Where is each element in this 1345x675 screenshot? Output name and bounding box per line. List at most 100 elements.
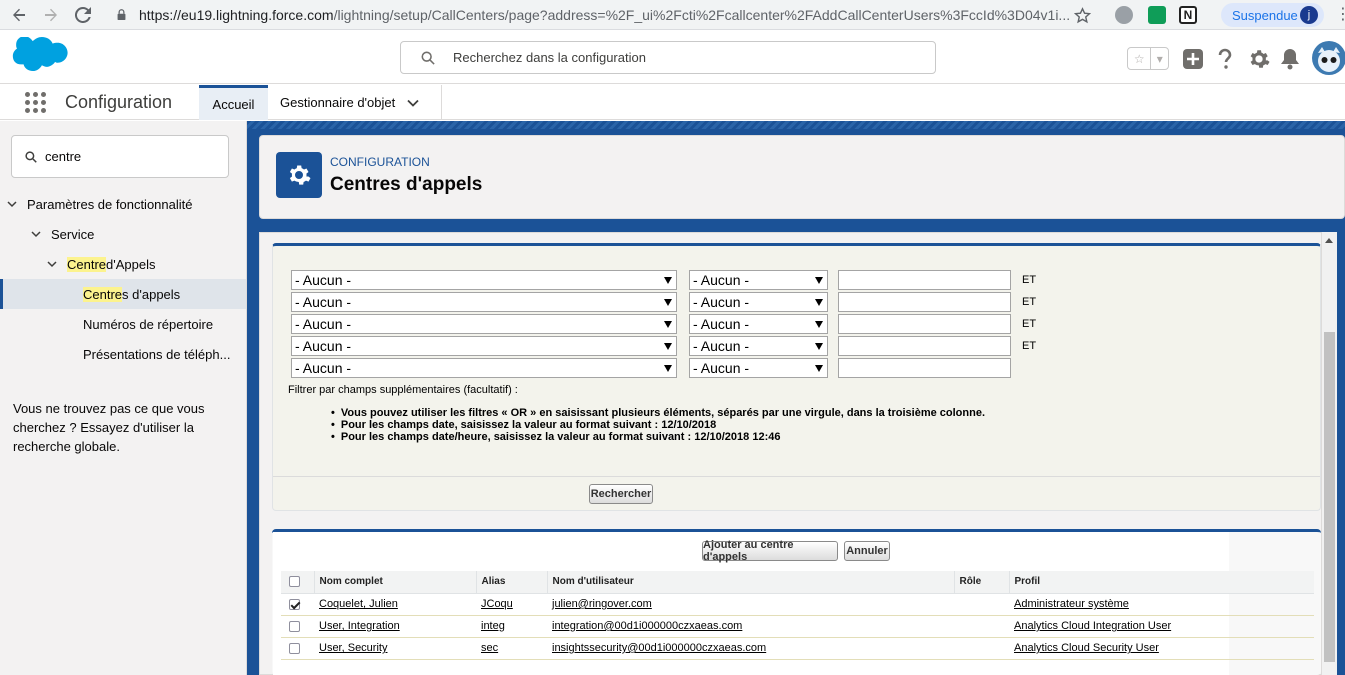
row-checkbox[interactable] — [289, 620, 300, 632]
user-avatar[interactable] — [1312, 41, 1345, 75]
tree-item-label: Présentations de téléph... — [83, 346, 231, 362]
username-link[interactable]: insightssecurity@00d1i000000czxaeas.com — [552, 642, 766, 654]
column-header-role[interactable]: Rôle — [953, 571, 1009, 594]
and-label: ET — [1022, 296, 1037, 308]
alias-link[interactable]: JCoqu — [481, 598, 513, 610]
address-bar[interactable]: https://eu19.lightning.force.com/lightni… — [106, 2, 1099, 27]
alias-link[interactable]: sec — [481, 642, 498, 654]
search-placeholder: Recherchez dans la configuration — [453, 50, 646, 65]
filter-operator-select[interactable]: - Aucun - — [689, 336, 828, 356]
filter-field-select[interactable]: - Aucun - — [291, 270, 677, 290]
username-link[interactable]: integration@00d1i000000czxaeas.com — [552, 620, 742, 632]
tree-item-call-centers[interactable]: Centre s d'appels — [0, 279, 246, 309]
scrollbar-thumb[interactable] — [1324, 332, 1335, 662]
app-launcher-icon[interactable] — [25, 92, 47, 114]
column-header-profile[interactable]: Profil — [1008, 571, 1314, 594]
filter-value-input[interactable] — [838, 270, 1011, 290]
quick-find-input[interactable]: centre — [11, 135, 229, 178]
bookmark-star-icon[interactable] — [1071, 4, 1093, 26]
search-icon — [421, 51, 435, 65]
tree-item-call-center-group[interactable]: Centre d'Appels — [0, 249, 246, 279]
and-label: ET — [1022, 274, 1037, 286]
salesforce-logo[interactable] — [12, 37, 72, 79]
chevron-down-icon[interactable] — [31, 229, 41, 239]
url-path: /lightning/setup/CallCenters/page?addres… — [333, 6, 1071, 23]
alias-link[interactable]: integ — [481, 620, 505, 632]
app-name: Configuration — [65, 92, 173, 112]
full-name-cell: User, Integration — [314, 615, 476, 638]
filter-field-select[interactable]: - Aucun - — [291, 336, 677, 356]
tree-item-label: Numéros de répertoire — [83, 316, 214, 332]
alias-cell: integ — [476, 615, 547, 638]
help-icon[interactable] — [1213, 47, 1237, 71]
table-row: User, Integration integ integration@00d1… — [281, 615, 1314, 638]
search-button[interactable]: Rechercher — [589, 484, 653, 504]
tab-home[interactable]: Accueil — [199, 85, 268, 120]
username-link[interactable]: julien@ringover.com — [552, 598, 652, 610]
filter-value-input[interactable] — [838, 336, 1011, 356]
reload-icon[interactable] — [72, 4, 94, 26]
profile-link[interactable]: Administrateur système — [1014, 598, 1129, 610]
table-row: Coquelet, Julien JCoqu julien@ringover.c… — [281, 593, 1314, 616]
column-header-full-name[interactable]: Nom complet — [313, 571, 476, 594]
setup-search-input[interactable]: Recherchez dans la configuration — [400, 41, 936, 74]
chevron-down-icon[interactable] — [47, 259, 57, 269]
browser-profile-button[interactable]: Suspendue j — [1221, 3, 1324, 27]
filter-operator-select[interactable]: - Aucun - — [689, 292, 828, 312]
forward-icon[interactable] — [40, 4, 62, 26]
tree-item-softphone-layouts[interactable]: Présentations de téléph... — [0, 339, 246, 369]
setup-gear-icon[interactable] — [1247, 47, 1271, 71]
cancel-button[interactable]: Annuler — [844, 541, 890, 561]
filter-footer — [273, 476, 1320, 510]
chevron-down-icon[interactable] — [407, 97, 419, 109]
tree-item-service[interactable]: Service — [0, 219, 246, 249]
filter-value-input[interactable] — [838, 314, 1011, 334]
filter-field-select[interactable]: - Aucun - — [291, 314, 677, 334]
extension-notion-icon[interactable]: N — [1179, 6, 1197, 24]
username-cell: julien@ringover.com — [547, 593, 954, 616]
tree-item-feature-settings[interactable]: Paramètres de fonctionnalité — [0, 189, 246, 219]
page-title: Centres d'appels — [330, 174, 483, 195]
user-name-link[interactable]: Coquelet, Julien — [319, 598, 398, 610]
chevron-down-icon[interactable] — [7, 199, 17, 209]
username-cell: integration@00d1i000000czxaeas.com — [547, 615, 954, 638]
notifications-bell-icon[interactable] — [1278, 47, 1302, 71]
profile-link[interactable]: Analytics Cloud Security User — [1014, 642, 1159, 654]
scroll-up-icon[interactable] — [1325, 238, 1333, 243]
and-label: ET — [1022, 318, 1037, 330]
filter-value-input[interactable] — [838, 292, 1011, 312]
profile-link[interactable]: Analytics Cloud Integration User — [1014, 620, 1171, 632]
favorite-star-icon[interactable]: ☆ — [1128, 48, 1152, 69]
filter-operator-select[interactable]: - Aucun - — [689, 270, 828, 290]
row-select-cell — [281, 593, 314, 616]
browser-menu-icon[interactable]: ⋮ — [1335, 6, 1345, 24]
favorites-group[interactable]: ☆ ▾ — [1127, 47, 1169, 70]
user-name-link[interactable]: User, Security — [319, 642, 387, 654]
global-actions-icon[interactable] — [1181, 47, 1205, 71]
browser-toolbar: https://eu19.lightning.force.com/lightni… — [0, 0, 1345, 30]
row-checkbox[interactable] — [289, 642, 300, 654]
select-all-checkbox[interactable] — [289, 576, 300, 588]
content-scrollbar[interactable] — [1322, 232, 1337, 675]
column-header-username[interactable]: Nom d'utilisateur — [546, 571, 954, 594]
filter-field-select[interactable]: - Aucun - — [291, 292, 677, 312]
profile-avatar: j — [1300, 6, 1318, 24]
search-highlight: Centre — [67, 256, 107, 272]
setup-gear-icon — [276, 152, 322, 198]
add-to-call-center-button[interactable]: Ajouter au centre d'appels — [702, 539, 838, 563]
extension-cloud-icon[interactable] — [1115, 6, 1133, 24]
tab-object-manager[interactable]: Gestionnaire d'objet — [268, 85, 442, 120]
favorites-dropdown-icon[interactable]: ▾ — [1151, 48, 1168, 69]
role-cell — [954, 593, 1009, 616]
extension-shield-icon[interactable] — [1148, 6, 1166, 24]
row-checkbox[interactable] — [289, 598, 300, 610]
filter-operator-select[interactable]: - Aucun - — [689, 358, 828, 378]
user-name-link[interactable]: User, Integration — [319, 620, 400, 632]
column-header-alias[interactable]: Alias — [475, 571, 547, 594]
role-cell — [954, 615, 1009, 638]
back-icon[interactable] — [8, 4, 30, 26]
tree-item-directory-numbers[interactable]: Numéros de répertoire — [0, 309, 246, 339]
filter-operator-select[interactable]: - Aucun - — [689, 314, 828, 334]
filter-field-select[interactable]: - Aucun - — [291, 358, 677, 378]
filter-value-input[interactable] — [838, 358, 1011, 378]
